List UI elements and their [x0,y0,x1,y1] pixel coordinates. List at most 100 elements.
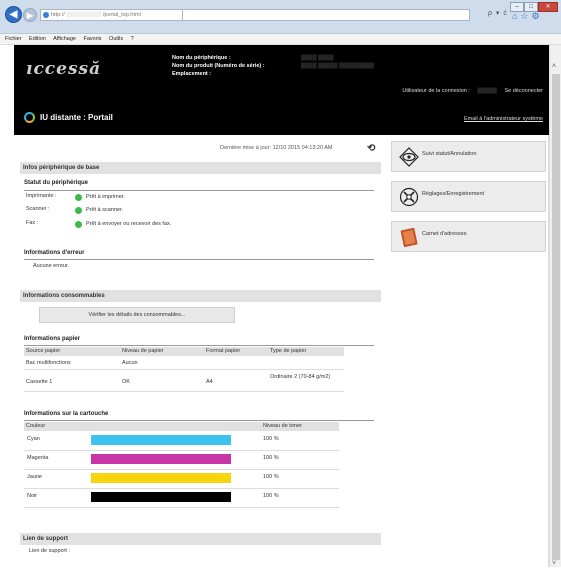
divider [24,420,374,421]
location-label: Emplacement : [172,71,212,77]
scroll-thumb[interactable] [552,74,560,560]
paper-row-level: OK [122,379,130,385]
toner-name: Cyan [27,436,40,442]
support-header: Lien de support [20,533,381,545]
scanner-status-icon [75,207,82,214]
device-status-heading: Statut du périphérique [24,180,89,186]
forward-button[interactable]: ▶ [23,8,37,22]
fax-status: Prêt à envoyer ou recevoir des fax. [86,221,172,227]
toolbar-icons[interactable]: ⌂☆⚙ [512,11,543,22]
toner-name: Magenta [27,455,49,461]
paper-col-type: Type de papier [270,348,307,354]
status-monitor-button[interactable]: Suivi statut/Annulation [391,141,546,172]
toner-name: Noir [27,493,38,499]
menu-help[interactable]: ? [131,36,134,42]
address-book-label: Carnet d'adresses [422,231,467,237]
refresh-icon[interactable]: ⟲ [367,143,375,154]
logout-link[interactable]: Se déconnecter [504,88,543,94]
paper-info-heading: Informations papier [24,336,81,342]
device-name-label: Nom du périphérique : [172,55,231,61]
toner-level-text: 100 % [263,455,279,461]
address-tools[interactable]: ρ ▾ ć [488,9,508,17]
printer-label: Imprimante : [26,193,57,199]
printer-status-icon [75,194,82,201]
menu-favoris[interactable]: Favoris [83,36,101,42]
address-bar[interactable]: http:// ▒▒▒▒▒▒▒▒▒ /portal_top.html [40,9,183,21]
error-info-heading: Informations d'erreur [24,250,85,256]
paper-col-level: Niveau de papier [122,348,164,354]
address-book-button[interactable]: Carnet d'adresses [391,221,546,252]
toner-level-bar [91,454,231,464]
scroll-down-icon[interactable]: ˅ [552,560,556,567]
login-user-redacted: ▒▒▒▒▒ [477,88,497,94]
portal-title-text: IU distante : Portail [40,113,113,122]
row-divider [24,507,339,508]
brand-logo: ıccessă [26,59,102,79]
settings-icon [399,187,419,207]
support-label: Lien de support : [29,548,70,554]
vertical-scrollbar[interactable]: ˄ ˅ [549,45,561,567]
toner-level-bar [91,492,231,502]
toner-level-text: 100 % [263,474,279,480]
paper-row-size: A4 [206,379,213,385]
toner-info-heading: Informations sur la cartouche [24,411,109,417]
divider [24,259,374,260]
menu-outils[interactable]: Outils [109,36,123,42]
scanner-label: Scanner : [26,206,50,212]
scanner-status: Prêt à scanner. [86,207,123,213]
product-name-label: Nom du produit (Numéro de série) : [172,63,265,69]
menu-fichier[interactable]: Fichier [5,36,22,42]
login-user-label: Utilisateur de la connexion : [402,88,470,94]
eye-icon [399,147,419,167]
paper-col-source: Source papier [26,348,61,354]
paper-col-size: Format papier [206,348,241,354]
address-bar-extension[interactable] [183,9,470,21]
paper-row-type: Ordinaire 2 (70-84 g/m2) [270,374,331,380]
toner-level-text: 100 % [263,493,279,499]
status-monitor-label: Suivi statut/Annulation [422,151,477,157]
remote-ui-icon [24,112,35,123]
row-divider [24,391,344,392]
printer-status: Prêt à imprimer. [86,194,125,200]
row-divider [24,469,339,470]
scroll-up-icon[interactable]: ˄ [552,63,556,70]
settings-button[interactable]: Réglages/Enregistrement [391,181,546,212]
address-path: /portal_top.html [102,12,141,18]
admin-email-link[interactable]: Email à l'administrateur système [464,116,543,122]
address-text: http:// [51,12,65,18]
back-button[interactable]: ◀ [5,6,22,23]
toner-name: Jaune [27,474,42,480]
menu-edition[interactable]: Edition [29,36,46,42]
basic-info-header: Infos périphérique de base [20,162,381,174]
row-divider [24,488,339,489]
toner-level-bar [91,435,231,445]
menu-affichage[interactable]: Affichage [53,36,76,42]
portal-banner: ıccessă Nom du périphérique : Nom du pro… [14,45,549,135]
last-update-text: Dernière mise à jour: 12/10 2015 04:13:2… [220,145,333,151]
divider [24,345,374,346]
toner-col-level: Niveau de toner [263,423,302,429]
address-book-icon [400,227,418,248]
login-row: Utilisateur de la connexion : ▒▒▒▒▒ Se d… [402,88,543,94]
device-info-values-redacted: ▒▒▒▒ ▒▒▒▒ ▒▒▒▒ ▒▒▒▒▒ ▒▒▒▒▒▒▒▒▒ [301,55,375,69]
toner-level-text: 100 % [263,436,279,442]
check-consumables-button[interactable]: Vérifier les détails des consommables... [39,307,235,323]
device-info-labels: Nom du périphérique : Nom du produit (Nu… [172,54,265,78]
toner-level-bar [91,473,231,483]
fax-label: Fax : [26,220,39,226]
fax-status-icon [75,221,82,228]
address-blurred: ▒▒▒▒▒▒▒▒▒ [64,12,103,18]
menu-bar: Fichier Edition Affichage Favoris Outils… [0,34,561,45]
divider [24,190,374,191]
paper-row-source: Cassette 1 [26,379,53,385]
row-divider [24,369,344,370]
browser-titlebar: ◀ ▶ http:// ▒▒▒▒▒▒▒▒▒ /portal_top.html ρ… [0,0,561,34]
error-text: Aucune erreur. [33,263,70,269]
settings-label: Réglages/Enregistrement [422,191,485,197]
row-divider [24,450,339,451]
toner-col-color: Couleur [26,423,46,429]
paper-row-level: Aucun [122,360,138,366]
paper-row-source: Bac multifonctions [26,360,71,366]
consumables-header: Informations consommables [20,290,381,302]
portal-title: IU distante : Portail [24,112,113,123]
